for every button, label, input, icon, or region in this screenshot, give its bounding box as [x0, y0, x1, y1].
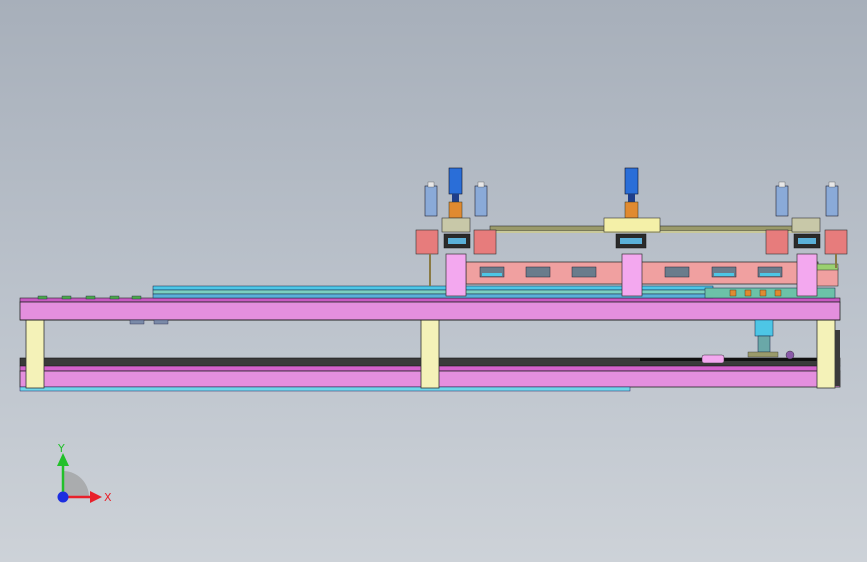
z-axis-dot: [57, 491, 69, 503]
cad-viewport[interactable]: Y X: [0, 0, 867, 562]
axis-triad: Y X: [57, 442, 112, 504]
triad-quadrant: [63, 471, 89, 497]
y-axis-label: Y: [57, 442, 65, 455]
table-plate: [19, 295, 841, 325]
x-arrowhead: [90, 491, 102, 503]
machine-drawing: Y X: [19, 167, 848, 504]
x-axis-label: X: [104, 491, 112, 504]
station-center: [603, 167, 661, 249]
conveyor-rail: [152, 285, 836, 299]
transfer-beam: [465, 261, 839, 287]
lift-mechanism: [701, 319, 795, 364]
